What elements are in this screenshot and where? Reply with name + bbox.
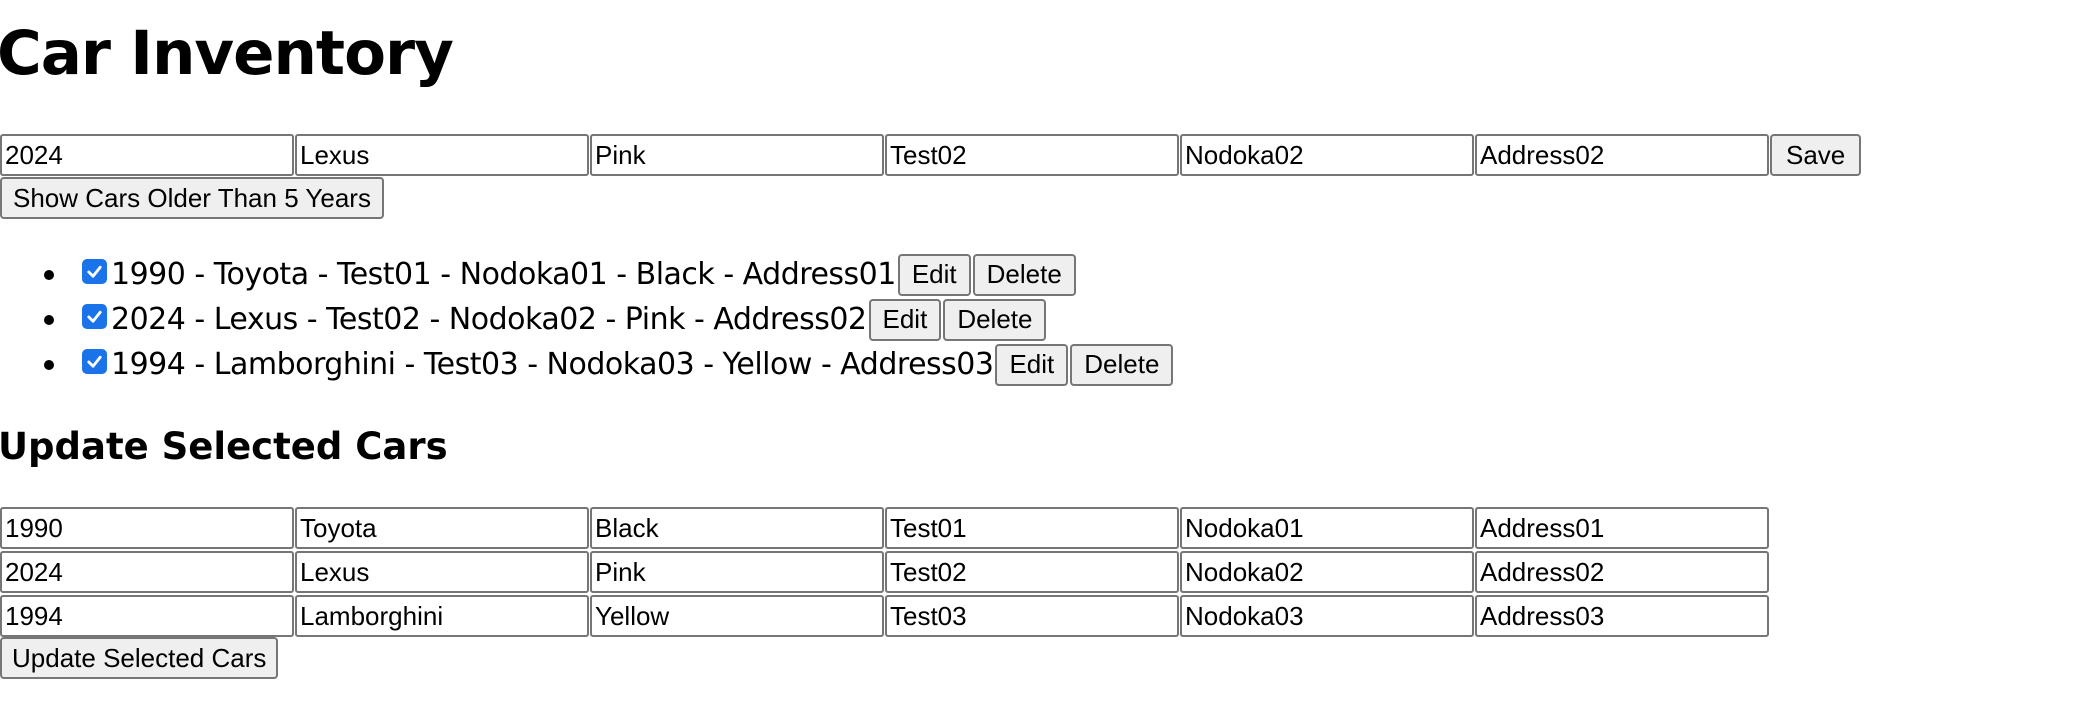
update-name-input[interactable] <box>1180 507 1474 549</box>
update-address-input[interactable] <box>1475 595 1769 637</box>
update-section-title: Update Selected Cars <box>0 425 448 468</box>
make-input[interactable] <box>295 134 589 176</box>
update-year-input[interactable] <box>0 595 294 637</box>
delete-button[interactable]: Delete <box>943 298 1047 341</box>
car-description: 1990 - Toyota - Test01 - Nodoka01 - Blac… <box>111 257 896 292</box>
update-row <box>0 551 1770 593</box>
car-select-checkbox[interactable] <box>82 304 107 329</box>
checkmark-icon <box>87 265 102 278</box>
edit-button[interactable]: Edit <box>995 343 1069 386</box>
update-owner-input[interactable] <box>885 507 1179 549</box>
update-address-input[interactable] <box>1475 507 1769 549</box>
update-name-input[interactable] <box>1180 551 1474 593</box>
car-select-checkbox[interactable] <box>82 349 107 374</box>
address-input[interactable] <box>1475 134 1769 176</box>
edit-button[interactable]: Edit <box>868 298 942 341</box>
save-button[interactable]: Save <box>1770 134 1862 176</box>
update-color-input[interactable] <box>590 507 884 549</box>
update-row <box>0 507 1770 549</box>
car-description: 1994 - Lamborghini - Test03 - Nodoka03 -… <box>111 347 994 382</box>
update-make-input[interactable] <box>295 595 589 637</box>
delete-button[interactable]: Delete <box>1070 343 1174 386</box>
car-list: 1990 - Toyota - Test01 - Nodoka01 - Blac… <box>0 252 1175 387</box>
delete-button[interactable]: Delete <box>972 253 1076 296</box>
update-row <box>0 595 1770 637</box>
checkmark-icon <box>87 310 102 323</box>
checkmark-icon <box>87 355 102 368</box>
update-make-input[interactable] <box>295 551 589 593</box>
bullet-icon <box>44 270 54 280</box>
owner-input[interactable] <box>885 134 1179 176</box>
car-list-item: 1990 - Toyota - Test01 - Nodoka01 - Blac… <box>0 252 1175 297</box>
car-form: Save <box>0 134 1862 176</box>
name-input[interactable] <box>1180 134 1474 176</box>
car-list-item: 2024 - Lexus - Test02 - Nodoka02 - Pink … <box>0 297 1175 342</box>
update-name-input[interactable] <box>1180 595 1474 637</box>
car-select-checkbox[interactable] <box>82 259 107 284</box>
update-owner-input[interactable] <box>885 595 1179 637</box>
bullet-icon <box>44 360 54 370</box>
bullet-icon <box>44 315 54 325</box>
update-color-input[interactable] <box>590 551 884 593</box>
update-selected-cars-button[interactable]: Update Selected Cars <box>0 637 279 679</box>
update-owner-input[interactable] <box>885 551 1179 593</box>
update-year-input[interactable] <box>0 507 294 549</box>
update-address-input[interactable] <box>1475 551 1769 593</box>
update-make-input[interactable] <box>295 507 589 549</box>
update-color-input[interactable] <box>590 595 884 637</box>
show-older-cars-button[interactable]: Show Cars Older Than 5 Years <box>0 177 384 219</box>
page-title: Car Inventory <box>0 18 454 89</box>
update-year-input[interactable] <box>0 551 294 593</box>
color-input[interactable] <box>590 134 884 176</box>
car-list-item: 1994 - Lamborghini - Test03 - Nodoka03 -… <box>0 342 1175 387</box>
year-input[interactable] <box>0 134 294 176</box>
car-description: 2024 - Lexus - Test02 - Nodoka02 - Pink … <box>111 302 867 337</box>
edit-button[interactable]: Edit <box>897 253 971 296</box>
